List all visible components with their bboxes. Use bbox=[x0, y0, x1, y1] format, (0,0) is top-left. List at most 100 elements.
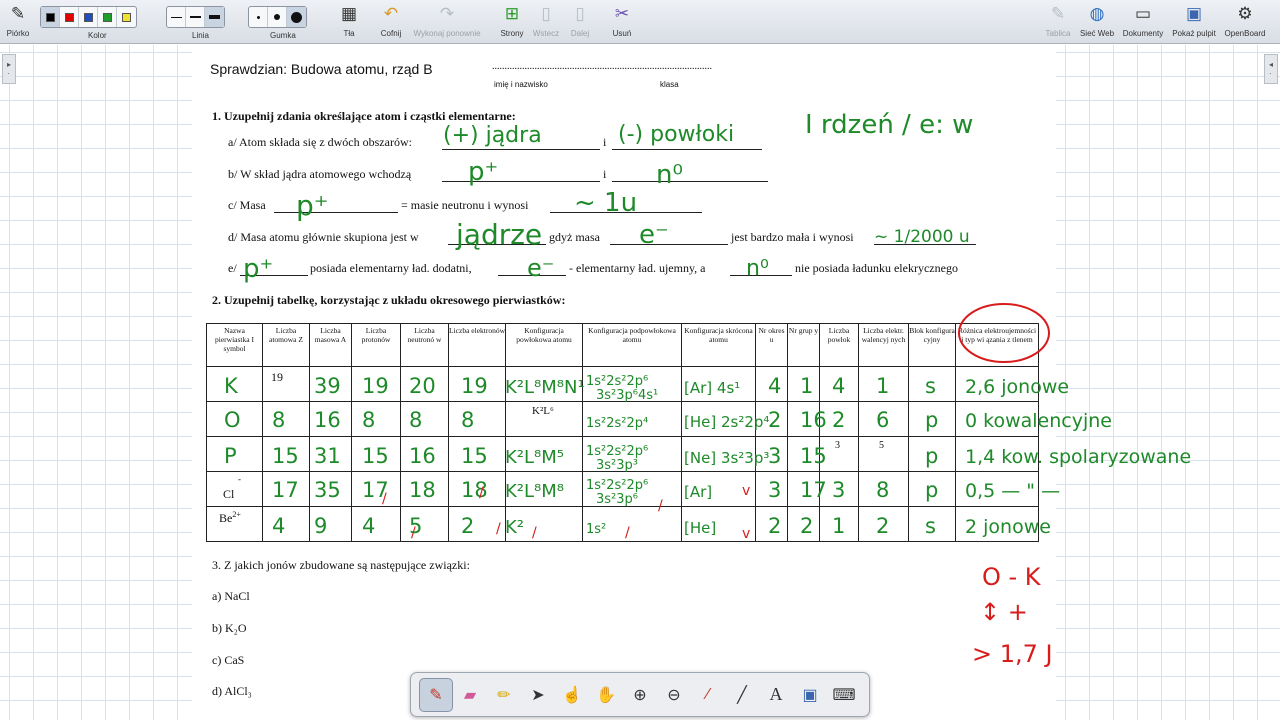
color-green-swatch[interactable] bbox=[98, 7, 117, 27]
q1e-blank-1 bbox=[240, 275, 308, 276]
q1b-blank-1 bbox=[442, 181, 600, 182]
line-width-picker[interactable] bbox=[166, 6, 225, 28]
zoom-in-icon: ⊕ bbox=[633, 686, 647, 704]
background-label: Tła bbox=[343, 29, 355, 38]
color-picker[interactable] bbox=[40, 6, 137, 28]
color-red-swatch[interactable] bbox=[60, 7, 79, 27]
col-header-atomic-number: Liczba atomowa Z bbox=[262, 323, 310, 367]
zoom-out-icon: ⊖ bbox=[667, 686, 681, 704]
elements-table: Nazwa pierwiastka I symbol Liczba atomow… bbox=[206, 323, 1039, 542]
col-header-subshell-config: Konfiguracja podpowłokowa atomu bbox=[582, 323, 682, 367]
text-tool[interactable]: A bbox=[759, 678, 793, 712]
zoom-out-tool[interactable]: ⊖ bbox=[657, 678, 691, 712]
line-icon: ╱ bbox=[737, 686, 747, 704]
undo-button[interactable]: ↶ Cofnij bbox=[361, 3, 421, 38]
left-panel-toggle[interactable]: ▸ · bbox=[2, 54, 16, 84]
q1a-blank-2 bbox=[612, 149, 762, 150]
eraser-tool[interactable]: ▰ bbox=[453, 678, 487, 712]
col-header-group: Nr grup y bbox=[787, 323, 820, 367]
printed-be-cell: Be2+ bbox=[206, 506, 263, 542]
color-black-swatch[interactable] bbox=[41, 7, 60, 27]
openboard-menu-button[interactable]: ⚙ OpenBoard bbox=[1215, 3, 1275, 38]
interact-tool[interactable]: ☝ bbox=[555, 678, 589, 712]
worksheet-page: Sprawdzian: Budowa atomu, rząd B .......… bbox=[192, 45, 1056, 720]
table-row-oxygen: K²L⁶ bbox=[206, 401, 1039, 437]
delete-label: Usuń bbox=[612, 29, 632, 38]
color-yellow-swatch[interactable] bbox=[117, 7, 136, 27]
col-header-electrons: Liczba elektronów bbox=[448, 323, 506, 367]
q2-heading: 2. Uzupełnij tabelkę, korzystając z ukła… bbox=[212, 293, 566, 307]
q1e-blank-3 bbox=[730, 275, 792, 276]
redo-button[interactable]: ↷ Wykonaj ponownie bbox=[413, 3, 480, 38]
printed-k-z: 19 bbox=[262, 366, 310, 402]
col-header-period: Nr okres u bbox=[755, 323, 788, 367]
col-header-protons: Liczba protonów bbox=[351, 323, 401, 367]
line-tool[interactable]: ╱ bbox=[725, 678, 759, 712]
selector-tool[interactable]: ➤ bbox=[521, 678, 555, 712]
delete-icon: ✂ bbox=[614, 4, 630, 23]
printed-be-charge: 2+ bbox=[232, 510, 241, 519]
table-row-phosphorus: 3 5 bbox=[206, 436, 1039, 472]
zoom-in-tool[interactable]: ⊕ bbox=[623, 678, 657, 712]
redo-icon: ↷ bbox=[439, 4, 455, 23]
virtual-keyboard-tool[interactable]: ⌨ bbox=[827, 678, 861, 712]
globe-icon: ◍ bbox=[1089, 4, 1105, 23]
q3-item-nacl: a) NaCl bbox=[212, 589, 250, 603]
q1e-mid2: - elementarny ład. ujemny, a bbox=[569, 261, 706, 275]
pen-tool-label: Piórko bbox=[6, 29, 30, 38]
color-blue-swatch[interactable] bbox=[79, 7, 98, 27]
grab-icon: ✋ bbox=[596, 686, 616, 704]
line-thick-option[interactable] bbox=[205, 7, 224, 27]
col-header-valence: Liczba elektr. walencyj nych bbox=[858, 323, 909, 367]
q1b-blank-2 bbox=[612, 181, 768, 182]
hand-pointer-icon: ☝ bbox=[562, 686, 582, 704]
col-header-electronegativity: Różnica elektroujemności i typ wi ązania… bbox=[955, 323, 1039, 367]
capture-icon: ▣ bbox=[802, 686, 818, 704]
line-medium-option[interactable] bbox=[186, 7, 205, 27]
q1d-mid1: gdyż masa bbox=[549, 230, 600, 244]
right-panel-toggle[interactable]: ◂ · bbox=[1264, 54, 1278, 84]
undo-icon: ↶ bbox=[383, 4, 399, 23]
top-toolbar: ✎ Piórko Kolor Linia Gumka ▦ Tła ↶ Cofni… bbox=[0, 0, 1280, 44]
q1a-prefix: a/ Atom składa się z dwóch obszarów: bbox=[228, 135, 412, 149]
board-icon: ✎ bbox=[1050, 4, 1066, 23]
pen-tool[interactable]: ✎ bbox=[419, 677, 453, 712]
q1e-end: nie posiada ładunku elekrycznego bbox=[795, 261, 958, 275]
q3-item-k2o: b) K₂O bbox=[212, 621, 247, 635]
eraser-icon: ▰ bbox=[463, 686, 477, 704]
line-thin-option[interactable] bbox=[167, 7, 186, 27]
q1b-prefix: b/ W skład jądra atomowego wchodzą bbox=[228, 167, 412, 181]
openboard-label: OpenBoard bbox=[1224, 29, 1266, 38]
gear-icon: ⚙ bbox=[1237, 4, 1253, 23]
web-label: Sieć Web bbox=[1079, 29, 1115, 38]
q1d-mid2: jest bardzo mała i wynosi bbox=[731, 230, 854, 244]
q1c-mid: = masie neutronu i wynosi bbox=[401, 198, 529, 212]
printed-cl-charge: - bbox=[238, 474, 241, 484]
q1c-prefix: c/ Masa bbox=[228, 198, 266, 212]
table-row-potassium: 19 bbox=[206, 366, 1039, 402]
q1b-mid: i bbox=[603, 167, 607, 181]
capture-tool[interactable]: ▣ bbox=[793, 678, 827, 712]
col-header-mass-number: Liczba masowa A bbox=[309, 323, 352, 367]
eraser-small-option[interactable] bbox=[249, 7, 268, 27]
col-header-block: Blok konfigura cyjny bbox=[908, 323, 956, 367]
delete-button[interactable]: ✂ Usuń bbox=[592, 3, 652, 38]
q1e-mid1: posiada elementarny ład. dodatni, bbox=[310, 261, 472, 275]
name-caption: imię i nazwisko bbox=[494, 80, 548, 89]
show-desktop-label: Pokaż pulpit bbox=[1172, 29, 1216, 38]
marker-tool[interactable]: ✏ bbox=[487, 678, 521, 712]
laser-pointer-tool[interactable]: ⁄ bbox=[691, 678, 725, 712]
laser-icon: ⁄ bbox=[706, 685, 710, 703]
name-dots: ........................................… bbox=[492, 61, 712, 72]
tool-dock: ✎ ▰ ✏ ➤ ☝ ✋ ⊕ ⊖ ⁄ ╱ A ▣ ⌨ bbox=[410, 672, 870, 717]
hand-tool[interactable]: ✋ bbox=[589, 678, 623, 712]
eraser-large-option[interactable] bbox=[287, 7, 306, 27]
col-header-name: Nazwa pierwiastka I symbol bbox=[206, 323, 263, 367]
q3-heading: 3. Z jakich jonów zbudowane są następują… bbox=[212, 558, 470, 572]
q1d-blank-2 bbox=[610, 244, 728, 245]
keyboard-grid-icon: ▦ bbox=[340, 4, 358, 23]
eraser-size-picker[interactable] bbox=[248, 6, 307, 28]
pen-icon: ✎ bbox=[10, 4, 26, 23]
pen-icon: ✎ bbox=[429, 686, 443, 704]
eraser-medium-option[interactable] bbox=[268, 7, 287, 27]
